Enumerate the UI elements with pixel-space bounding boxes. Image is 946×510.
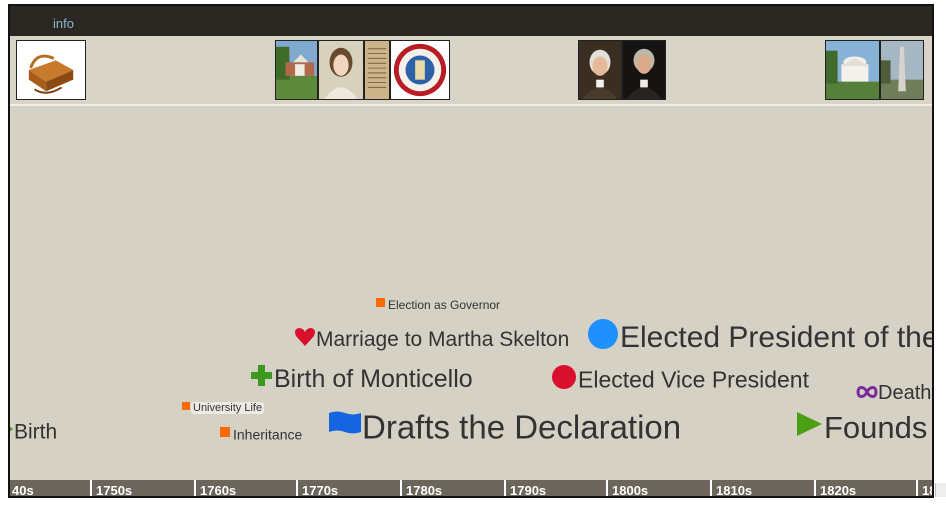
square-marker-icon [376, 297, 388, 312]
thumbnail-strip [10, 36, 932, 106]
event-label: Death [878, 382, 932, 405]
axis-tick: 1820s [814, 480, 916, 496]
virginia-seal-thumbnail[interactable] [390, 40, 450, 100]
jefferson-portrait-thumbnail[interactable] [622, 40, 666, 100]
event-inheritance[interactable]: Inheritance [220, 425, 302, 442]
portrait-image [579, 41, 621, 99]
cradle-image [17, 41, 85, 99]
axis-tick: 1780s [400, 480, 504, 496]
event-label: Inheritance [233, 426, 303, 443]
event-label: University Life [191, 402, 265, 415]
cradle-thumbnail[interactable] [16, 40, 86, 100]
event-label: Marriage to Martha Skelton [316, 328, 570, 351]
portrait-image [319, 41, 363, 99]
event-founds[interactable]: Founds [796, 408, 927, 447]
obelisk-grave-thumbnail[interactable] [880, 40, 924, 100]
plus-marker-icon [250, 364, 274, 395]
event-label: Drafts the Declaration [362, 408, 682, 446]
event-label: Elected Vice President [578, 366, 809, 393]
event-marriage[interactable]: Marriage to Martha Skelton [294, 326, 569, 354]
event-label: Birth of Monticello [274, 365, 473, 393]
flag-icon [328, 408, 362, 446]
play-marker-icon [796, 409, 824, 447]
event-death[interactable]: Death [856, 382, 931, 405]
circle-marker-icon [552, 364, 578, 396]
event-elected-president[interactable]: Elected President of the [588, 318, 934, 358]
adams-portrait-thumbnail[interactable] [578, 40, 622, 100]
event-birth-of-monticello[interactable]: Birth of Monticello [250, 364, 473, 395]
timeline-band: Birth University Life Inheritance Birth … [10, 106, 932, 484]
portrait-image [623, 41, 665, 99]
house-image [276, 41, 317, 99]
timeline-frame: info Birth University Life Inheritance B… [8, 4, 934, 498]
event-birth[interactable]: Birth [10, 420, 58, 444]
event-election-governor[interactable]: Election as Governor [376, 297, 500, 312]
event-label: Election as Governor [388, 297, 501, 312]
document-image [365, 41, 389, 99]
axis-tick: 1770s [296, 480, 400, 496]
event-elected-vice-president[interactable]: Elected Vice President [552, 364, 809, 396]
scroll-handle[interactable] [935, 483, 946, 497]
university-rotunda-thumbnail[interactable] [825, 40, 880, 100]
square-marker-icon [220, 426, 233, 442]
infinity-icon [856, 382, 878, 405]
heart-icon [294, 326, 316, 354]
top-bar: info [10, 6, 932, 36]
martha-portrait-thumbnail[interactable] [318, 40, 364, 100]
axis-tick: 1760s [194, 480, 296, 496]
decade-axis[interactable]: 40s 1750s 1760s 1770s 1780s 1790s 1800s … [10, 480, 932, 496]
axis-tick: 40s [10, 480, 90, 496]
event-university-life[interactable]: University Life [182, 402, 265, 415]
event-label: Founds [824, 409, 928, 445]
axis-tick: 18 [916, 480, 932, 496]
axis-tick: 1810s [710, 480, 814, 496]
monticello-house-thumbnail[interactable] [275, 40, 318, 100]
event-drafts-declaration[interactable]: Drafts the Declaration [328, 406, 681, 446]
circle-marker-icon [588, 318, 620, 358]
square-marker-icon [182, 402, 191, 414]
rotunda-image [826, 41, 879, 99]
axis-tick: 1800s [606, 480, 710, 496]
seal-image [391, 41, 449, 99]
declaration-document-thumbnail[interactable] [364, 40, 390, 100]
event-label: Elected President of the [620, 321, 934, 354]
event-label: Birth [14, 420, 58, 444]
obelisk-image [881, 41, 923, 99]
info-link[interactable]: info [53, 16, 74, 31]
axis-tick: 1790s [504, 480, 606, 496]
axis-tick: 1750s [90, 480, 194, 496]
